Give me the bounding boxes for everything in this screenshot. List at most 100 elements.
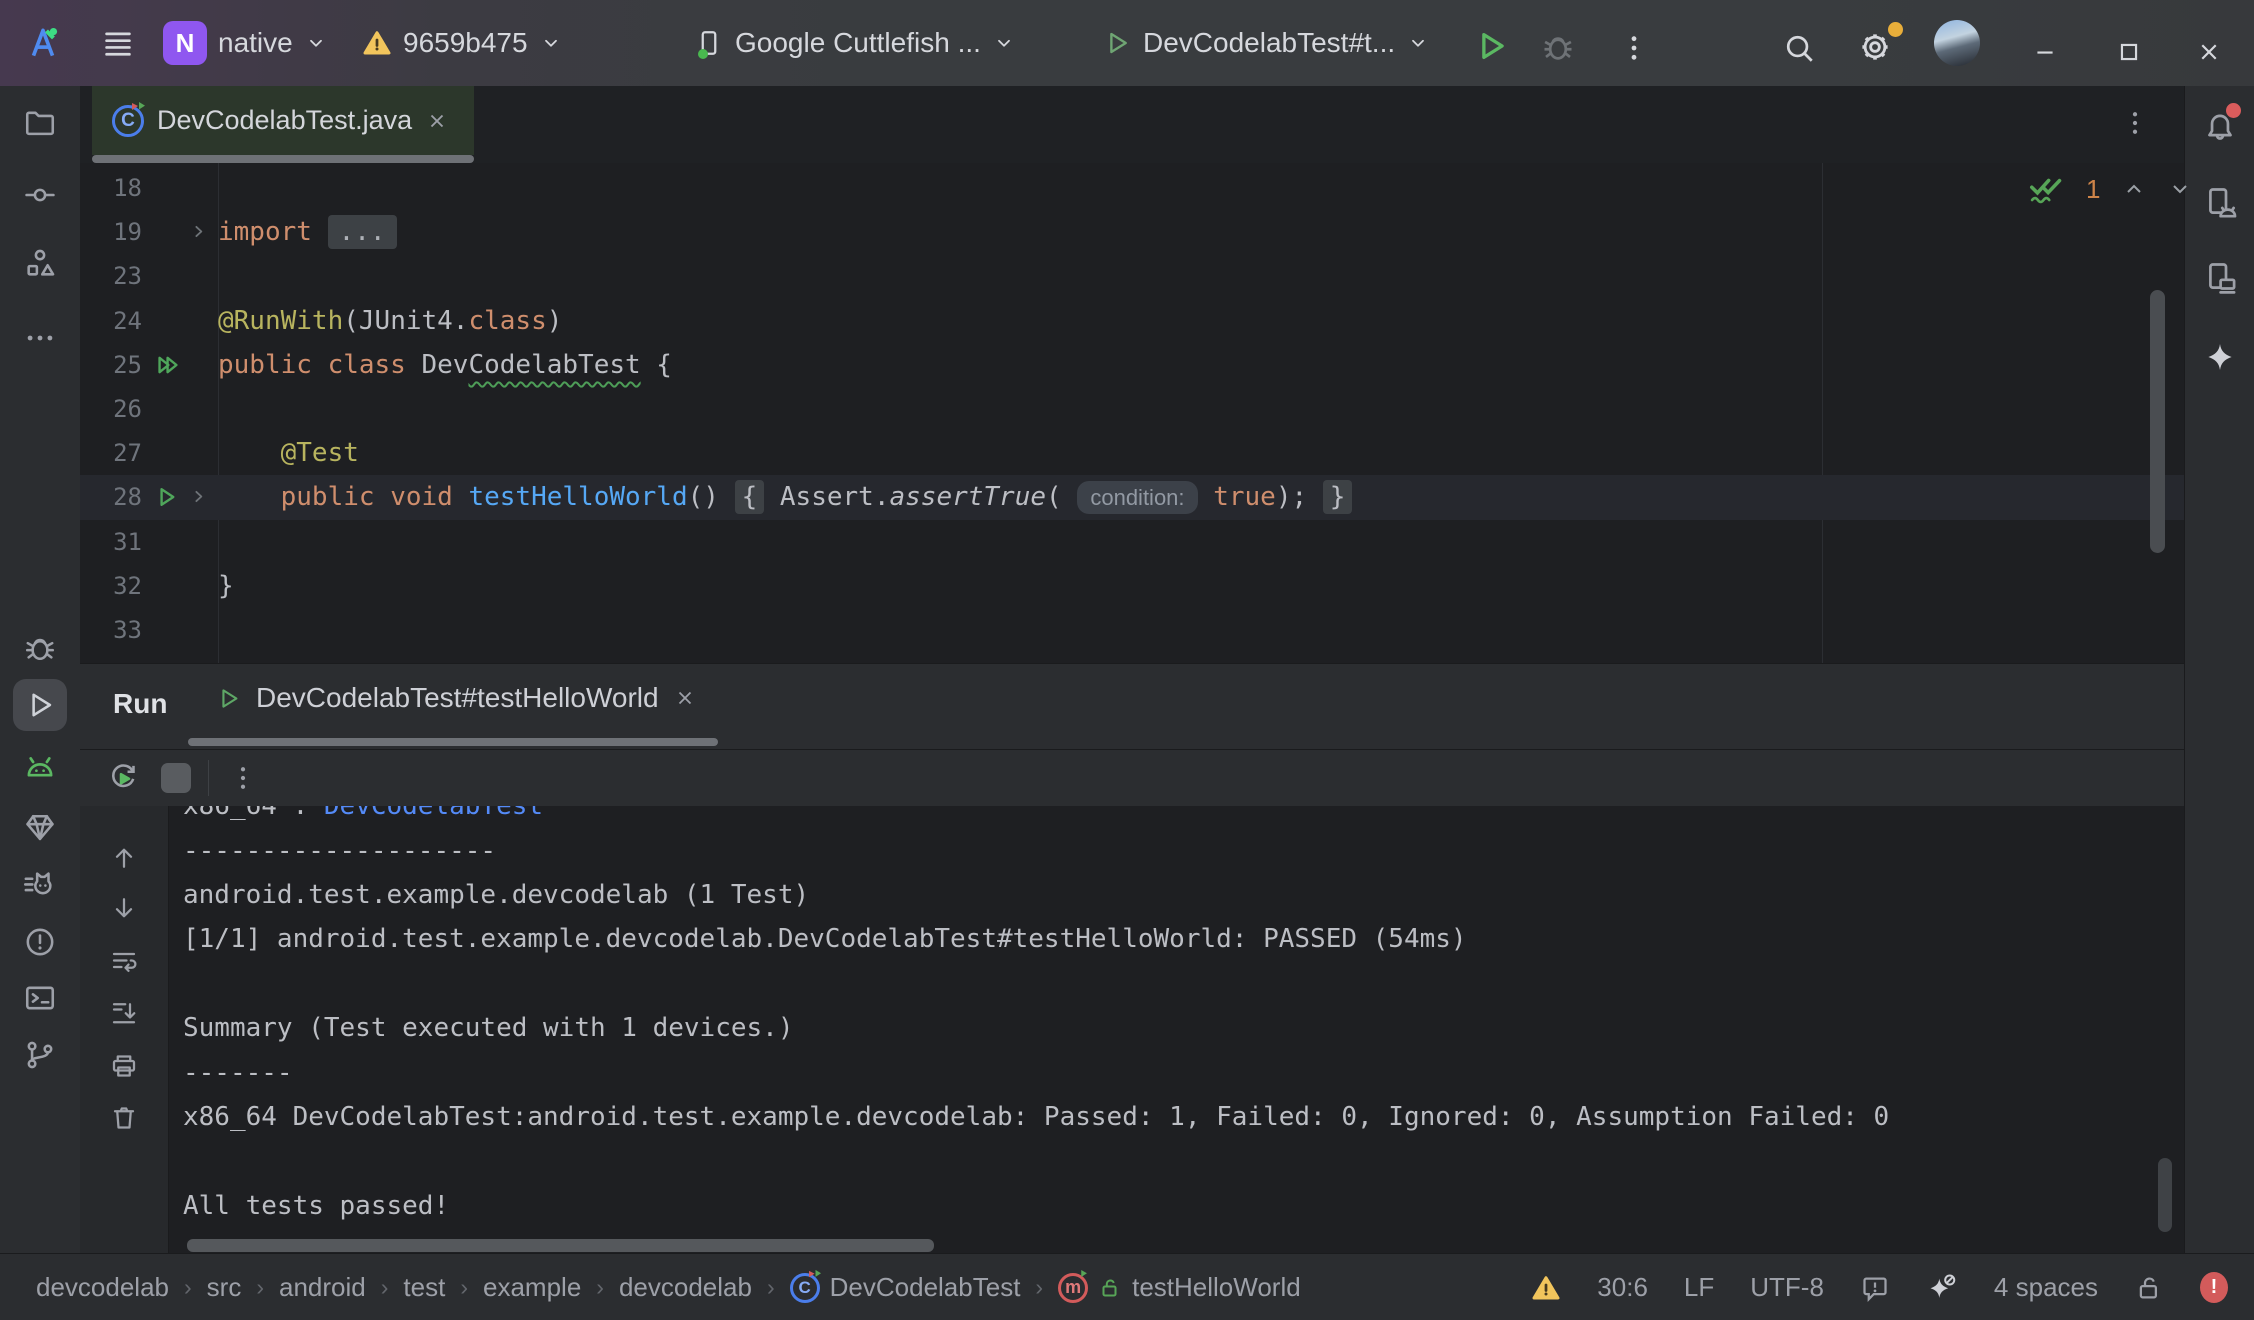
- device-selector[interactable]: Google Cuttlefish ...: [694, 21, 1016, 65]
- console-clear-all-button[interactable]: [109, 1103, 139, 1133]
- search-everywhere-button[interactable]: [1782, 26, 1816, 70]
- tool-stripe-project-button[interactable]: [13, 97, 67, 149]
- tabstrip-scrollbar[interactable]: [92, 155, 474, 163]
- editor-scrollbar[interactable]: [2150, 290, 2165, 553]
- java-test-class-icon: C: [790, 1273, 820, 1303]
- file-encoding[interactable]: UTF-8: [1750, 1272, 1824, 1303]
- caret-position[interactable]: 30:6: [1597, 1272, 1648, 1303]
- passed-count: 1: [2086, 174, 2100, 205]
- stop-button[interactable]: [161, 763, 191, 793]
- breadcrumb-method[interactable]: mtestHelloWorld: [1058, 1272, 1301, 1303]
- tool-stripe-structure-button[interactable]: [13, 237, 67, 289]
- vcs-branch-selector[interactable]: 9659b475: [362, 21, 563, 65]
- prev-highlight-icon[interactable]: [2122, 177, 2146, 201]
- breadcrumb-item[interactable]: android: [279, 1272, 366, 1303]
- console-link[interactable]: DevCodelabTest: [324, 806, 543, 821]
- code-text: }: [218, 571, 234, 601]
- breadcrumb-item[interactable]: devcodelab: [36, 1272, 169, 1303]
- code-line-25[interactable]: 25public class DevCodelabTest {: [80, 343, 2184, 387]
- console-print-button[interactable]: [109, 1051, 139, 1081]
- avatar[interactable]: [1934, 20, 1980, 66]
- tool-stripe-profiler-button[interactable]: [13, 857, 67, 909]
- inspection-bubble-icon[interactable]: [1860, 1273, 1890, 1303]
- code-line-31[interactable]: 31: [80, 520, 2184, 564]
- tool-stripe-terminal-button[interactable]: [13, 972, 67, 1024]
- tool-stripe-logcat-button[interactable]: [13, 742, 67, 794]
- fold-chevron-icon[interactable]: [190, 488, 207, 505]
- rerun-button[interactable]: [106, 761, 140, 795]
- chevron-down-icon: [1406, 31, 1430, 55]
- code-line-19[interactable]: 19import ...: [80, 210, 2184, 254]
- code-line-33[interactable]: 33: [80, 608, 2184, 652]
- line-separator[interactable]: LF: [1684, 1272, 1714, 1303]
- code-line-24[interactable]: 24@RunWith(JUnit4.class): [80, 299, 2184, 343]
- console-line: All tests passed!: [183, 1184, 2184, 1228]
- breadcrumb-item[interactable]: test: [403, 1272, 445, 1303]
- tool-stripe-more-horizontal-button[interactable]: [13, 312, 67, 364]
- close-button[interactable]: [2196, 30, 2222, 74]
- maximize-button[interactable]: [2116, 30, 2142, 74]
- tab-options-icon[interactable]: [2120, 108, 2150, 138]
- run-tabstrip-scrollbar[interactable]: [188, 738, 718, 746]
- line-number: 19: [80, 218, 142, 246]
- hamburger-menu[interactable]: [100, 21, 136, 65]
- android-studio-window: N native 9659b475 Google Cuttlefish ... …: [0, 0, 2254, 1320]
- tool-stripe-commit-button[interactable]: [13, 169, 67, 221]
- code-line-32[interactable]: 32}: [80, 564, 2184, 608]
- project-selector[interactable]: N native: [163, 21, 328, 65]
- fold-chevron-icon[interactable]: [190, 223, 207, 240]
- console-scroll-to-end-button[interactable]: [109, 998, 139, 1028]
- tool-stripe-debug-button[interactable]: [13, 622, 67, 674]
- tool-stripe-notifications-button[interactable]: [2193, 101, 2247, 153]
- breadcrumb-class[interactable]: CDevCodelabTest: [790, 1272, 1021, 1303]
- more-actions-button[interactable]: [1618, 26, 1650, 70]
- run-class-icon[interactable]: [154, 352, 182, 378]
- run-test-icon[interactable]: [154, 484, 180, 510]
- run-console-area: x86_64 : DevCodelabTest-----------------…: [80, 806, 2184, 1254]
- line-number: 26: [80, 395, 142, 423]
- run-button[interactable]: [1472, 24, 1510, 68]
- breadcrumb-item[interactable]: example: [483, 1272, 581, 1303]
- code-line-28[interactable]: 28 public void testHelloWorld() { Assert…: [80, 475, 2184, 519]
- indent-setting[interactable]: 4 spaces: [1994, 1272, 2098, 1303]
- run-tab[interactable]: DevCodelabTest#testHelloWorld: [215, 682, 697, 714]
- run-tool-window: Run DevCodelabTest#testHelloWorld: [80, 663, 2184, 1254]
- code-line-23[interactable]: 23: [80, 254, 2184, 298]
- run-more-options-button[interactable]: [228, 763, 258, 793]
- console-vscrollbar[interactable]: [2158, 1158, 2172, 1232]
- breadcrumb-item[interactable]: src: [207, 1272, 242, 1303]
- tool-stripe-app-quality-insights-button[interactable]: [13, 801, 67, 853]
- console-output[interactable]: x86_64 : DevCodelabTest-----------------…: [168, 806, 2184, 1254]
- tool-stripe-gemini-button[interactable]: [2193, 331, 2247, 383]
- test-method-icon: m: [1058, 1273, 1088, 1303]
- unlock-icon[interactable]: [2134, 1273, 2164, 1303]
- inspection-widget[interactable]: 1: [2028, 173, 2192, 205]
- device-phone-icon: [694, 26, 724, 60]
- console-soft-wrap-button[interactable]: [109, 946, 139, 976]
- run-tab-close-icon[interactable]: [673, 686, 697, 710]
- code-editor[interactable]: 1819import ...2324@RunWith(JUnit4.class)…: [80, 163, 2184, 663]
- warning-icon[interactable]: [1531, 1273, 1561, 1303]
- run-configuration-selector[interactable]: DevCodelabTest#t...: [1102, 21, 1430, 65]
- tool-stripe-run-button[interactable]: [13, 679, 67, 731]
- tool-stripe-layout-inspector-button[interactable]: [2193, 252, 2247, 304]
- minimize-button[interactable]: [2032, 30, 2058, 74]
- code-text: @RunWith(JUnit4.class): [218, 306, 562, 336]
- breadcrumb-item[interactable]: devcodelab: [619, 1272, 752, 1303]
- tool-stripe-version-control-button[interactable]: [13, 1029, 67, 1081]
- error-badge[interactable]: !: [2200, 1272, 2228, 1303]
- code-line-27[interactable]: 27 @Test: [80, 431, 2184, 475]
- code-line-26[interactable]: 26: [80, 387, 2184, 431]
- ai-sparkle-disabled-icon[interactable]: [1926, 1272, 1958, 1304]
- gutter-icons: [142, 564, 218, 608]
- tool-stripe-problems-button[interactable]: [13, 916, 67, 968]
- console-arrow-down-button[interactable]: [109, 893, 139, 923]
- editor-tab-devcodelabtest[interactable]: C DevCodelabTest.java: [92, 86, 474, 155]
- console-hscrollbar[interactable]: [187, 1239, 934, 1252]
- debug-button[interactable]: [1540, 25, 1576, 69]
- code-line-18[interactable]: 18: [80, 166, 2184, 210]
- console-arrow-up-button[interactable]: [109, 843, 139, 873]
- tab-close-icon[interactable]: [425, 109, 449, 133]
- next-highlight-icon[interactable]: [2168, 177, 2192, 201]
- tool-stripe-running-devices-button[interactable]: [2193, 177, 2247, 229]
